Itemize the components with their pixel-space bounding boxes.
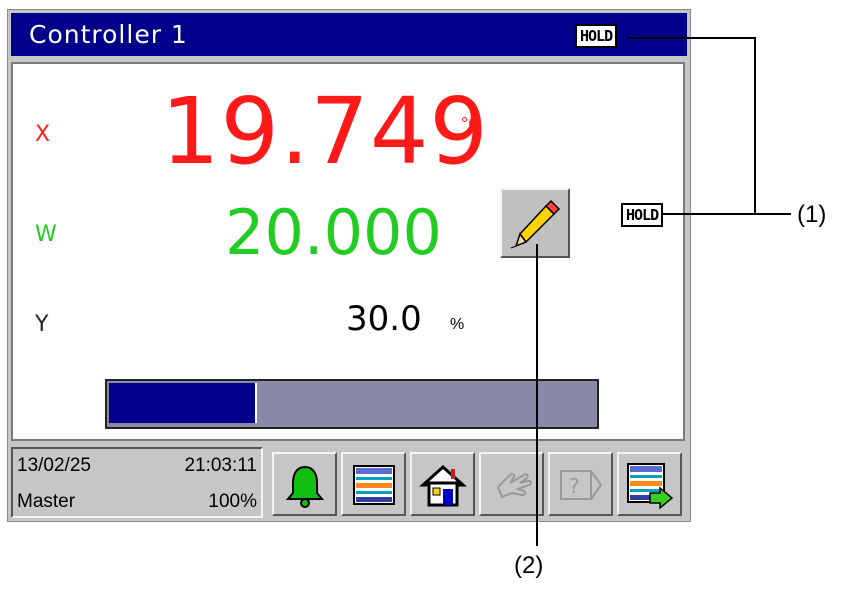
actual-unit: °C [461,114,482,134]
svg-text:?: ? [569,474,580,498]
output-unit: % [450,316,465,333]
setpoint-value: 20.000 [225,196,442,269]
callout-line-1a [628,37,756,39]
status-date: 13/02/25 [17,455,91,476]
alarm-button[interactable] [272,452,337,516]
status-info: 13/02/25 21:03:11 Master 100% [11,447,263,518]
status-bar: 13/02/25 21:03:11 Master 100% ? [11,447,687,518]
callout-label-1: (1) [797,201,827,228]
next-list-button[interactable] [617,452,682,516]
w-label: W [35,222,57,247]
list-icon [353,465,395,505]
hold-badge-title: HOLD [575,24,618,48]
bell-icon [285,465,325,508]
window-title: Controller 1 [29,20,188,49]
output-bar-fill [109,383,257,423]
home-button[interactable] [410,452,475,516]
status-time: 21:03:11 [184,455,257,476]
title-bar: Controller 1 HOLD [11,13,687,56]
status-user: Master [17,491,76,512]
home-icon [419,464,467,507]
x-label: X [35,122,51,147]
callout-line-1b [754,37,756,215]
main-panel: X 19.749 °C W 20.000 HOLD Y 30.0 % [11,62,685,441]
callout-label-2: (2) [514,552,544,579]
controller-device: Controller 1 HOLD X 19.749 °C W 20.000 H… [7,9,691,522]
output-bar [105,379,599,429]
hold-badge-side: HOLD [621,203,664,227]
edit-setpoint-button[interactable] [500,188,570,258]
pencil-icon [510,199,561,249]
status-level: 100% [208,491,257,512]
output-value: 30.0 [346,299,422,339]
manual-button[interactable] [479,452,544,516]
y-label: Y [35,312,49,337]
callout-line-1c [661,213,791,215]
list-button[interactable] [341,452,406,516]
callout-line-2 [536,244,538,546]
list-next-icon [627,463,674,509]
help-button[interactable]: ? [548,452,613,516]
hand-icon [496,472,532,499]
help-icon: ? [560,470,603,500]
actual-value: 19.749 [161,78,489,185]
